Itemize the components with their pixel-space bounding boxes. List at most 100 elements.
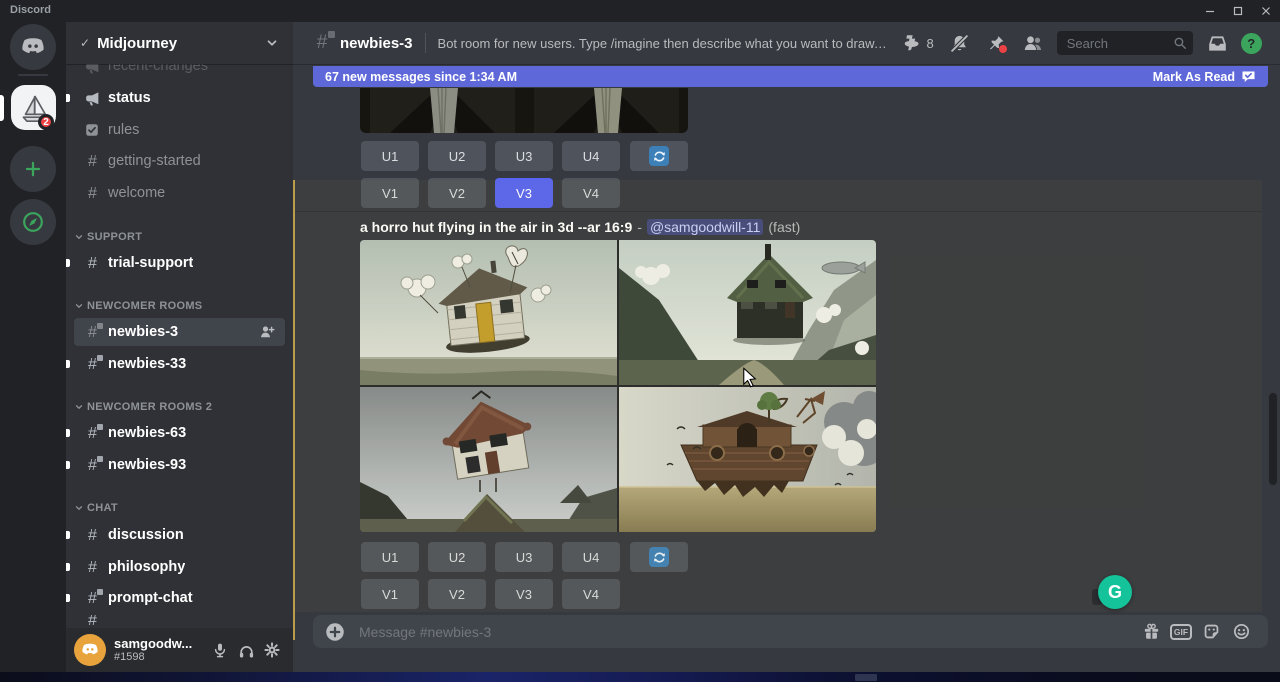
- inbox-icon: [1208, 34, 1227, 53]
- unread-pill: [66, 429, 70, 437]
- user-panel: samgoodw... #1598: [66, 628, 293, 672]
- sidebar-item-trial-support[interactable]: trial-support: [74, 249, 285, 277]
- message-input[interactable]: [357, 623, 1136, 641]
- button-v1[interactable]: V1: [361, 579, 419, 609]
- notification-settings-button[interactable]: [950, 34, 969, 53]
- button-v4[interactable]: V4: [562, 178, 620, 208]
- unread-pill: [66, 531, 70, 539]
- sidebar-item-newbies-33[interactable]: newbies-33: [74, 350, 285, 378]
- new-messages-banner[interactable]: 67 new messages since 1:34 AM Mark As Re…: [313, 66, 1268, 87]
- category-newcomer-rooms[interactable]: NEWCOMER ROOMS: [74, 297, 285, 315]
- button-reroll[interactable]: [630, 141, 688, 171]
- button-u1[interactable]: U1: [361, 542, 419, 572]
- server-header[interactable]: ✓ Midjourney: [66, 22, 293, 64]
- minimize-button[interactable]: [1196, 0, 1224, 22]
- sidebar-item-discussion[interactable]: discussion: [74, 521, 285, 549]
- channel-label: status: [108, 90, 151, 106]
- pinned-messages-button[interactable]: [987, 34, 1005, 52]
- server-rail: 2: [0, 22, 66, 672]
- gif-picker-button[interactable]: GIF: [1166, 624, 1196, 640]
- members-icon: [1023, 33, 1043, 53]
- button-v4[interactable]: V4: [562, 579, 620, 609]
- sidebar-item-philosophy[interactable]: philosophy: [74, 553, 285, 581]
- mark-as-read-button[interactable]: Mark As Read: [1153, 69, 1256, 84]
- threads-button[interactable]: 8: [902, 34, 934, 52]
- user-settings-button[interactable]: [259, 636, 285, 664]
- channel-label: welcome: [108, 185, 165, 201]
- channel-label: discussion: [108, 527, 184, 543]
- hash-badge-icon: [84, 425, 101, 442]
- sidebar-item-newbies-63[interactable]: newbies-63: [74, 419, 285, 447]
- button-u4[interactable]: U4: [562, 141, 620, 171]
- sidebar-item-status[interactable]: status: [74, 84, 285, 112]
- chat-scrollbar-thumb[interactable]: [1269, 393, 1277, 485]
- mute-mic-button[interactable]: [207, 636, 233, 664]
- hash-badge-icon: [84, 590, 101, 607]
- message-composer[interactable]: GIF: [313, 615, 1268, 648]
- create-invite-icon[interactable]: [259, 324, 275, 340]
- hash-badge-icon: [84, 457, 101, 474]
- deafen-button[interactable]: [233, 636, 259, 664]
- attach-button[interactable]: [325, 622, 345, 642]
- sidebar-item-rules[interactable]: rules: [74, 116, 285, 144]
- avatar[interactable]: [74, 634, 106, 666]
- sidebar-item-welcome[interactable]: welcome: [74, 179, 285, 207]
- speed-label: (fast): [768, 219, 800, 235]
- server-name: Midjourney: [97, 35, 265, 52]
- member-list-button[interactable]: [1023, 33, 1043, 53]
- sidebar-item-newbies-3[interactable]: newbies-3: [74, 318, 285, 346]
- channel-topic[interactable]: Bot room for new users. Type /imagine th…: [438, 36, 890, 51]
- sidebar-item-getting-started[interactable]: getting-started: [74, 147, 285, 175]
- inbox-button[interactable]: [1208, 34, 1227, 53]
- emoji-icon: [1232, 622, 1251, 641]
- unread-pill: [66, 94, 70, 102]
- category-newcomer-rooms-2[interactable]: NEWCOMER ROOMS 2: [74, 398, 285, 416]
- sticker-button[interactable]: [1196, 622, 1226, 641]
- search-input[interactable]: [1065, 35, 1173, 52]
- channel-label: rules: [108, 122, 139, 138]
- home-button[interactable]: [10, 24, 56, 70]
- button-u4[interactable]: U4: [562, 542, 620, 572]
- prompt-text: a horro hut flying in the air in 3d --ar…: [360, 219, 632, 235]
- sticker-icon: [1202, 622, 1221, 641]
- category-chat[interactable]: CHAT: [74, 499, 285, 517]
- unread-pill: [66, 563, 70, 571]
- channel-label: prompt-chat: [108, 590, 193, 606]
- button-reroll[interactable]: [630, 542, 688, 572]
- channel-name: newbies-3: [340, 35, 413, 52]
- button-v1[interactable]: V1: [361, 178, 419, 208]
- button-u2[interactable]: U2: [428, 141, 486, 171]
- channel-label: newbies-33: [108, 356, 186, 372]
- explore-servers-button[interactable]: [10, 199, 56, 245]
- search-box[interactable]: [1057, 31, 1193, 55]
- close-button[interactable]: [1252, 0, 1280, 22]
- maximize-button[interactable]: [1224, 0, 1252, 22]
- suits-image: [360, 88, 688, 133]
- user-mention[interactable]: @samgoodwill-11: [647, 219, 763, 235]
- message-image-upscale[interactable]: [360, 88, 688, 133]
- help-button[interactable]: ?: [1241, 33, 1262, 54]
- button-v2[interactable]: V2: [428, 579, 486, 609]
- button-u3[interactable]: U3: [495, 141, 553, 171]
- sidebar-item-prompt-chat[interactable]: prompt-chat: [74, 584, 285, 612]
- sidebar-item-newbies-93[interactable]: newbies-93: [74, 451, 285, 479]
- message-image-grid[interactable]: [360, 240, 876, 532]
- button-v2[interactable]: V2: [428, 178, 486, 208]
- chevron-down-icon: [265, 36, 279, 50]
- button-u2[interactable]: U2: [428, 542, 486, 572]
- category-support[interactable]: SUPPORT: [74, 228, 285, 246]
- button-v3[interactable]: V3: [495, 579, 553, 609]
- user-info[interactable]: samgoodw... #1598: [114, 637, 207, 664]
- grammarly-icon[interactable]: G: [1098, 575, 1132, 609]
- grammarly-widget[interactable]: G: [1098, 575, 1132, 609]
- mouse-cursor: [742, 367, 758, 389]
- button-u3[interactable]: U3: [495, 542, 553, 572]
- button-u1[interactable]: U1: [361, 141, 419, 171]
- add-server-button[interactable]: [10, 146, 56, 192]
- discord-logo-icon: [19, 33, 47, 61]
- emoji-button[interactable]: [1226, 622, 1256, 641]
- channel-label: newbies-93: [108, 457, 186, 473]
- gift-button[interactable]: [1136, 622, 1166, 641]
- sidebar-item-partial[interactable]: [74, 615, 285, 625]
- button-v3-active[interactable]: V3: [495, 178, 553, 208]
